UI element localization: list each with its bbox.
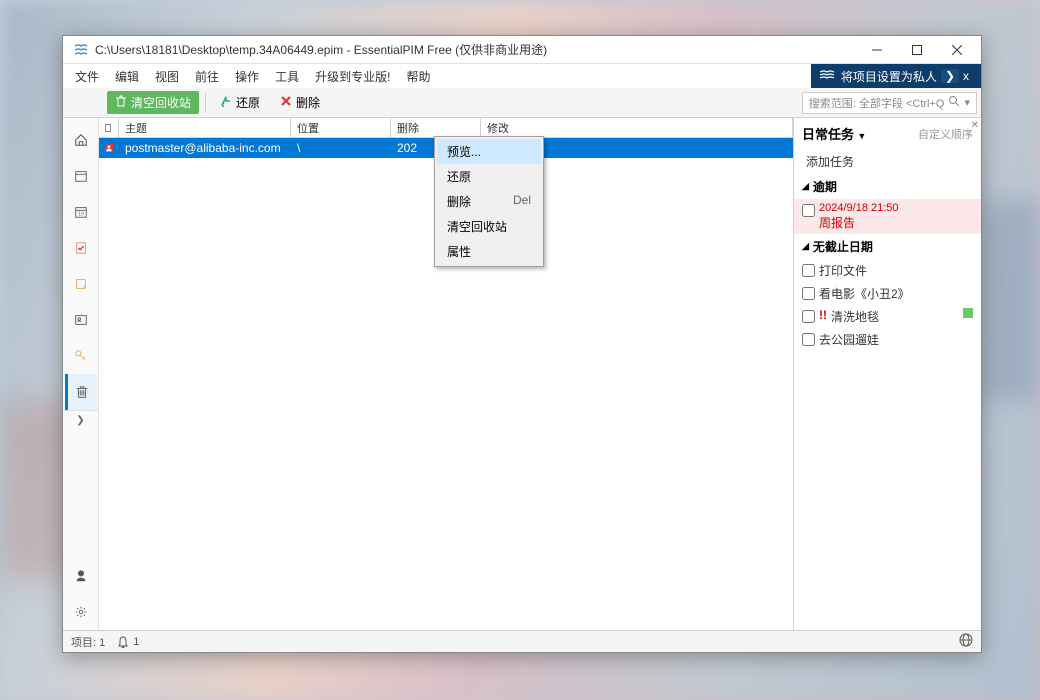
collapse-icon: ◢ (802, 181, 809, 192)
globe-icon (959, 633, 973, 647)
task-item[interactable]: 看电影《小丑2》 (794, 282, 981, 305)
contact-icon (74, 313, 88, 327)
col-deleted[interactable]: 删除 (391, 118, 481, 137)
priority-icon: !! (819, 308, 827, 322)
recycle-icon (115, 95, 127, 110)
clipboard-check-icon (74, 241, 88, 255)
promo-text: 将项目设置为私人 (841, 68, 937, 85)
calendar-date-icon: 19 (74, 205, 88, 219)
task-item[interactable]: !! 清洗地毯 (794, 305, 981, 328)
ctx-properties[interactable]: 属性 (437, 239, 541, 264)
section-overdue[interactable]: ◢ 逾期 (794, 174, 981, 199)
nav-tasks[interactable] (65, 230, 97, 266)
list-header: 主题 位置 删除 修改 (99, 118, 793, 138)
note-icon (74, 277, 88, 291)
document-icon (105, 123, 112, 133)
app-icon (73, 42, 89, 58)
flag-icon (963, 308, 973, 318)
home-icon (74, 133, 88, 147)
key-icon (74, 349, 88, 363)
ctx-preview[interactable]: 预览... (437, 139, 541, 164)
gear-icon (74, 605, 88, 619)
chevron-right-icon: ❯ (76, 415, 84, 426)
delete-icon (280, 95, 292, 110)
svg-text:19: 19 (78, 212, 84, 218)
nav-user[interactable] (65, 558, 97, 594)
task-item-overdue[interactable]: 2024/9/18 21:50 周报告 (794, 199, 981, 234)
statusbar: 项目: 1 1 (63, 630, 981, 652)
context-menu: 预览... 还原 删除 Del 清空回收站 属性 (434, 136, 544, 267)
task-checkbox[interactable] (802, 264, 815, 277)
nav-expand[interactable]: ❯ (63, 410, 99, 430)
menu-view[interactable]: 视图 (147, 65, 187, 88)
task-checkbox[interactable] (802, 310, 815, 323)
menu-file[interactable]: 文件 (67, 65, 107, 88)
nav-calendar[interactable] (65, 158, 97, 194)
menu-help[interactable]: 帮助 (398, 65, 438, 88)
dropdown-icon[interactable]: ▼ (857, 131, 866, 141)
promo-banner[interactable]: 将项目设置为私人 ❯ x (811, 64, 981, 88)
col-modified[interactable]: 修改 (481, 118, 793, 137)
restore-icon (220, 95, 232, 110)
add-task-link[interactable]: 添加任务 (794, 149, 981, 174)
nav-passwords[interactable] (65, 338, 97, 374)
menu-tools[interactable]: 工具 (267, 65, 307, 88)
toolbar: 清空回收站 还原 删除 搜索范围: 全部字段 <Ctrl+Q ▾ (63, 88, 981, 118)
task-checkbox[interactable] (802, 333, 815, 346)
ctx-restore[interactable]: 还原 (437, 164, 541, 189)
task-checkbox[interactable] (802, 204, 815, 217)
contact-item-icon (105, 142, 113, 154)
task-item[interactable]: 打印文件 (794, 259, 981, 282)
delete-button[interactable]: 删除 (272, 91, 328, 114)
wave-icon (819, 69, 835, 84)
col-location[interactable]: 位置 (291, 118, 391, 137)
ctx-empty-recycle[interactable]: 清空回收站 (437, 214, 541, 239)
search-input[interactable]: 搜索范围: 全部字段 <Ctrl+Q ▾ (802, 92, 977, 114)
calendar-icon (74, 169, 88, 183)
maximize-button[interactable] (897, 37, 937, 63)
nav-contacts[interactable] (65, 302, 97, 338)
promo-close-icon[interactable]: x (959, 69, 973, 83)
ctx-delete[interactable]: 删除 Del (437, 189, 541, 214)
minimize-button[interactable] (857, 37, 897, 63)
dropdown-icon[interactable]: ▾ (964, 96, 970, 109)
nav-settings[interactable] (65, 594, 97, 630)
status-items: 项目: 1 (71, 634, 105, 650)
panel-title: 日常任务 (802, 127, 854, 142)
custom-order-link[interactable]: 自定义顺序 (918, 126, 973, 142)
col-icon[interactable] (99, 118, 119, 137)
task-item[interactable]: 去公园遛娃 (794, 328, 981, 351)
empty-recycle-button[interactable]: 清空回收站 (107, 91, 199, 114)
menu-goto[interactable]: 前往 (187, 65, 227, 88)
app-window: C:\Users\18181\Desktop\temp.34A06449.epi… (62, 35, 982, 653)
nav-home[interactable] (65, 122, 97, 158)
nav-calendar-19[interactable]: 19 (65, 194, 97, 230)
search-icon (948, 95, 960, 110)
col-subject[interactable]: 主题 (119, 118, 291, 137)
menu-edit[interactable]: 编辑 (107, 65, 147, 88)
promo-arrow-icon[interactable]: ❯ (941, 69, 959, 83)
main-content: 主题 位置 删除 修改 postmaster@alibaba-inc.com \… (99, 118, 793, 630)
status-globe[interactable] (959, 633, 973, 650)
bell-icon (117, 636, 129, 648)
menu-action[interactable]: 操作 (227, 65, 267, 88)
trash-icon (75, 385, 89, 399)
menubar: 文件 编辑 视图 前往 操作 工具 升级到专业版! 帮助 将项目设置为私人 ❯ … (63, 64, 981, 88)
nav-notes[interactable] (65, 266, 97, 302)
titlebar: C:\Users\18181\Desktop\temp.34A06449.epi… (63, 36, 981, 64)
right-panel: ✕ 日常任务 ▼ 自定义顺序 添加任务 ◢ 逾期 2024/9/18 21:50… (793, 118, 981, 630)
window-title: C:\Users\18181\Desktop\temp.34A06449.epi… (95, 41, 857, 58)
user-icon (74, 569, 88, 583)
status-reminders[interactable]: 1 (117, 636, 139, 648)
restore-button[interactable]: 还原 (212, 91, 268, 114)
section-nodeadline[interactable]: ◢ 无截止日期 (794, 234, 981, 259)
menu-upgrade[interactable]: 升级到专业版! (307, 65, 398, 88)
panel-close-icon[interactable]: ✕ (971, 120, 979, 131)
collapse-icon: ◢ (802, 241, 809, 252)
left-navbar: 19 ❯ (63, 118, 99, 630)
task-checkbox[interactable] (802, 287, 815, 300)
nav-trash[interactable] (65, 374, 97, 410)
close-button[interactable] (937, 37, 977, 63)
